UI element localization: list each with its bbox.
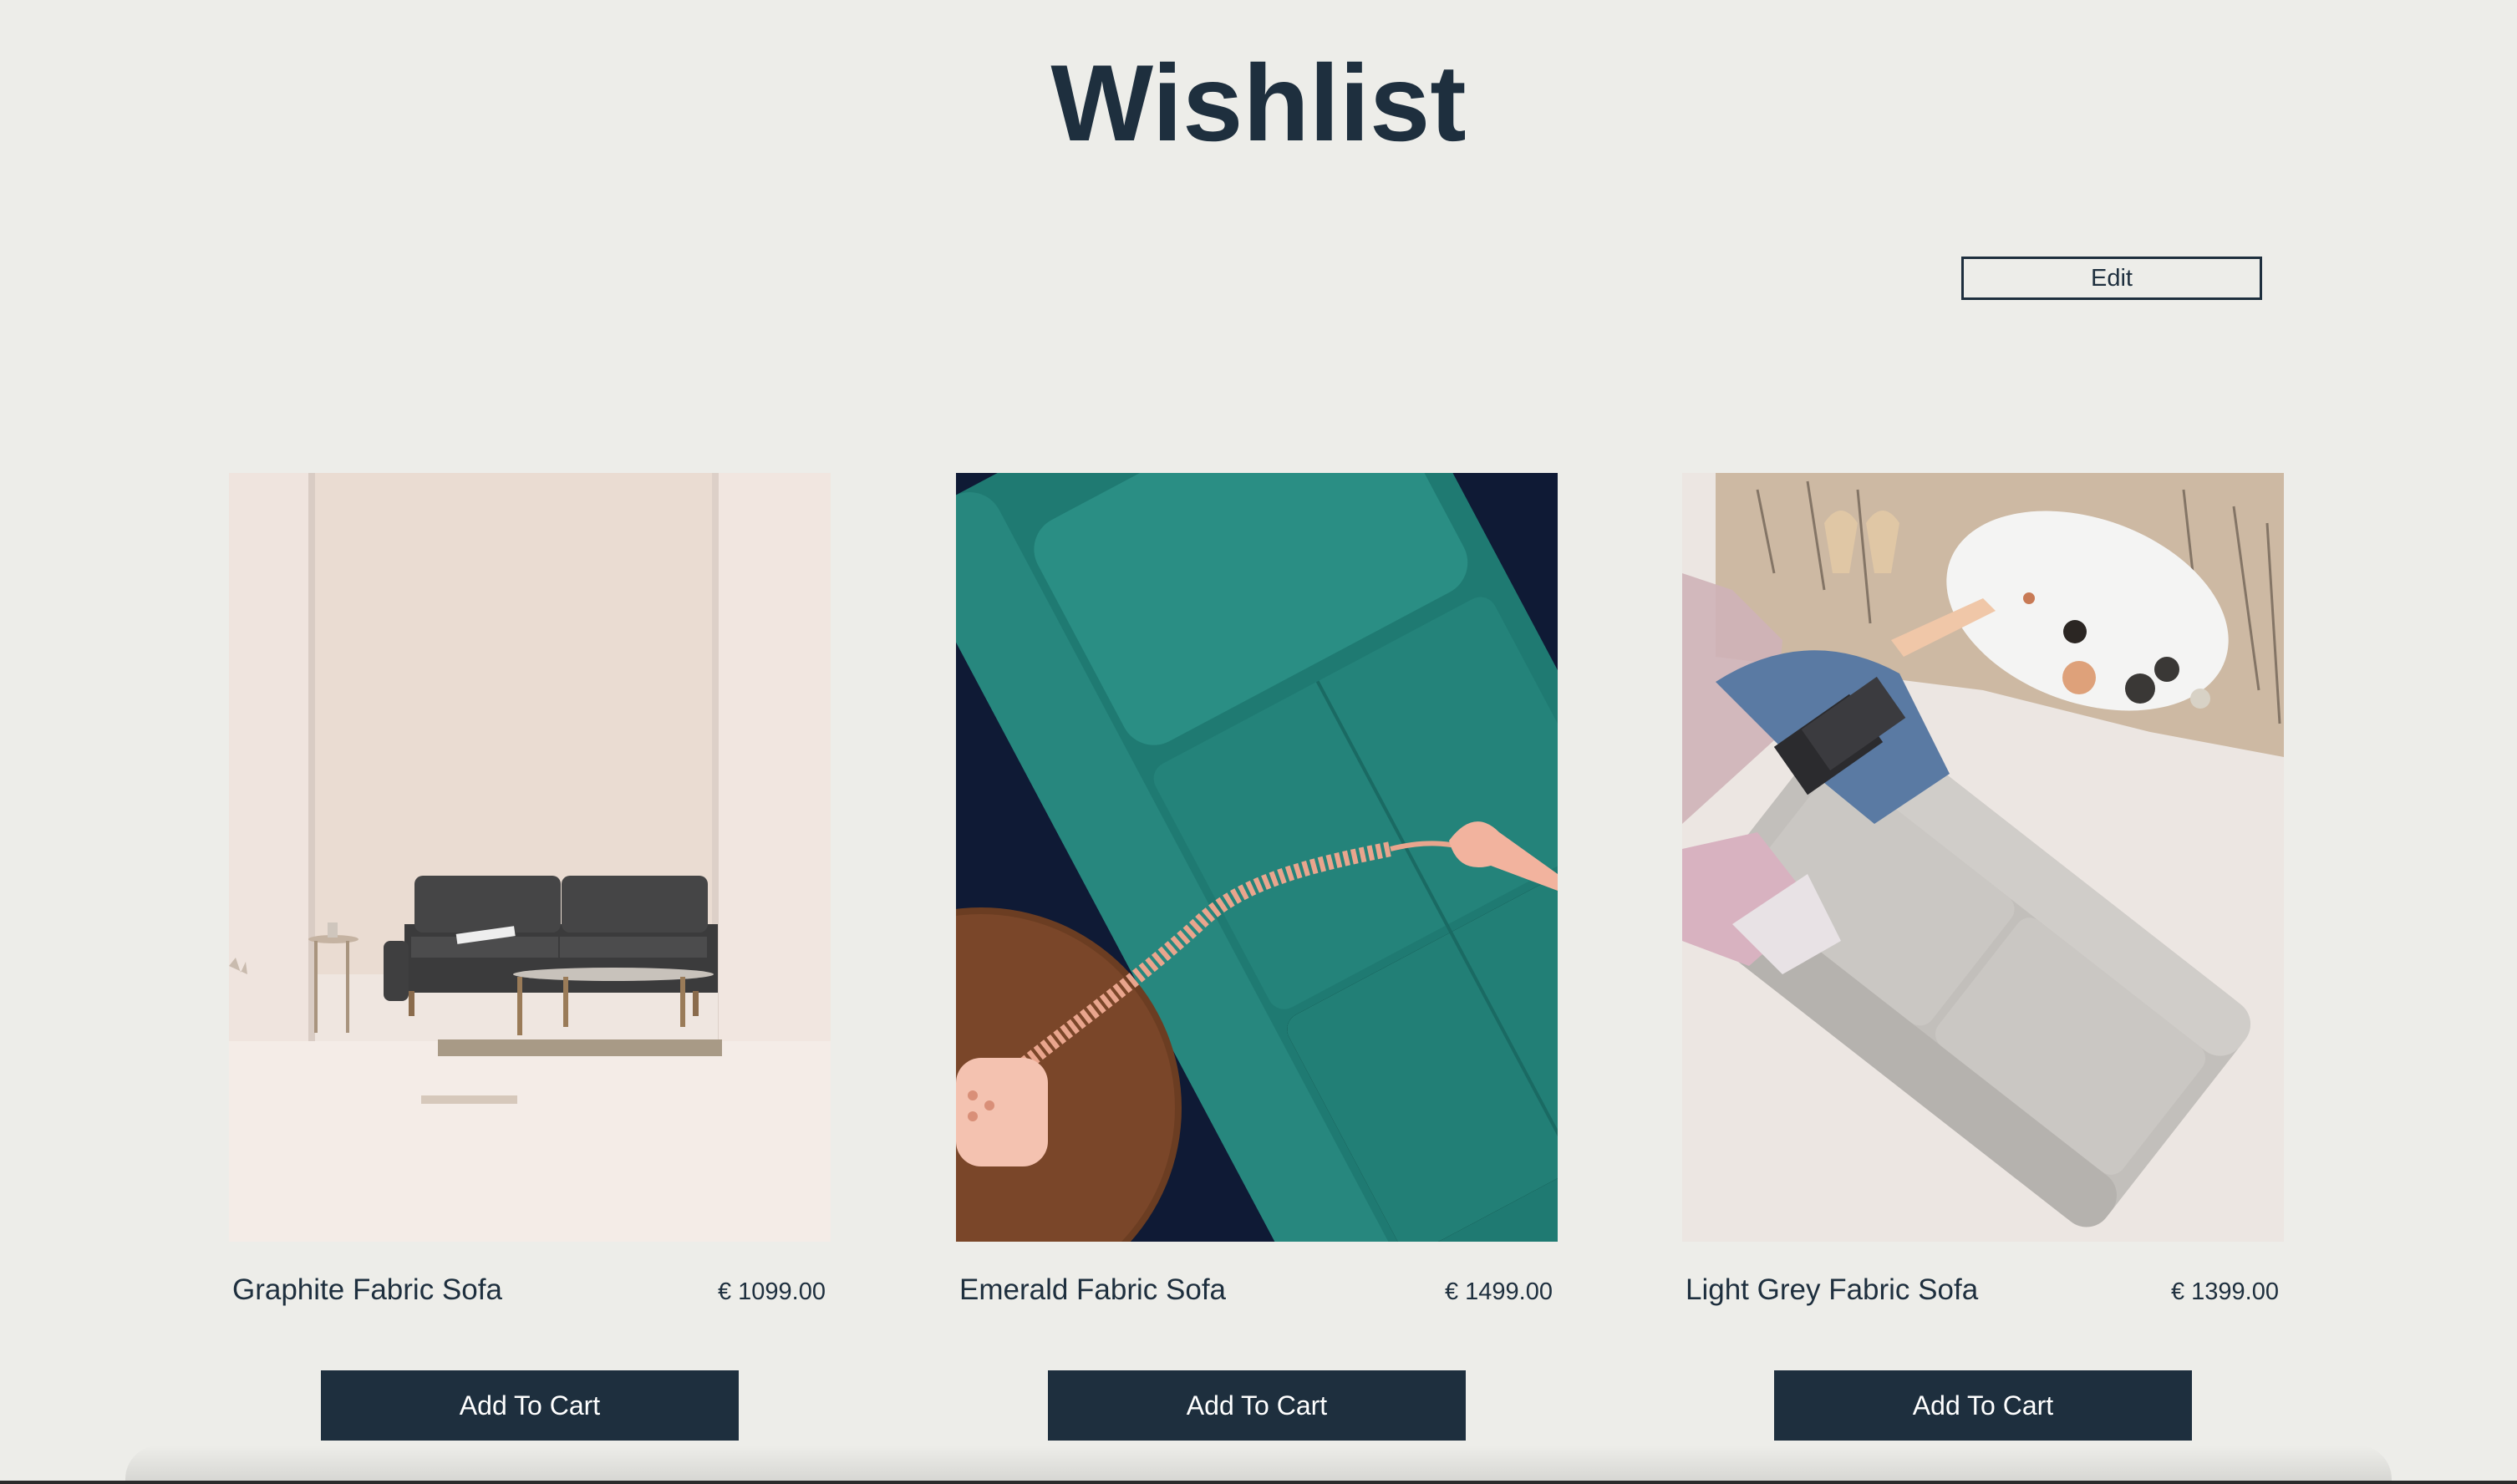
product-price: € 1499.00 [1444,1278,1553,1305]
product-name[interactable]: Light Grey Fabric Sofa [1686,1273,1978,1307]
product-card-graphite: Graphite Fabric Sofa € 1099.00 Add To Ca… [229,473,831,1442]
footer-shadow [125,1446,2392,1484]
product-price: € 1399.00 [2170,1278,2279,1305]
product-card-emerald: Emerald Fabric Sofa € 1499.00 Add To Car… [956,473,1558,1442]
product-image-graphite-sofa[interactable] [229,473,831,1242]
add-to-cart-button[interactable]: Add To Cart [321,1370,739,1441]
edit-button[interactable]: Edit [1961,257,2262,300]
add-to-cart-button[interactable]: Add To Cart [1048,1370,1466,1441]
product-image-emerald-sofa[interactable] [956,473,1558,1242]
product-card-light-grey: Light Grey Fabric Sofa € 1399.00 Add To … [1682,473,2284,1442]
page-title: Wishlist [1050,42,1467,164]
product-name[interactable]: Graphite Fabric Sofa [232,1273,502,1307]
add-to-cart-button[interactable]: Add To Cart [1774,1370,2192,1441]
product-name[interactable]: Emerald Fabric Sofa [959,1273,1226,1307]
bottom-edge [0,1481,2517,1484]
product-image-light-grey-sofa[interactable] [1682,473,2284,1242]
product-price: € 1099.00 [717,1278,826,1305]
